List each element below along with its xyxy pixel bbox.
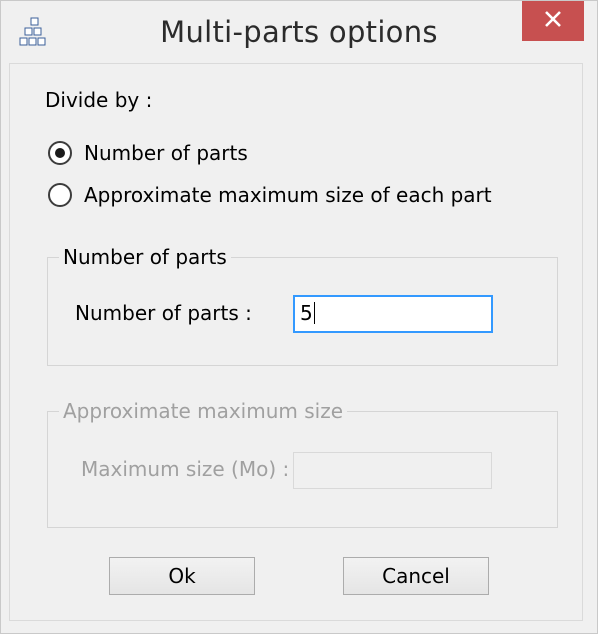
window-title: Multi-parts options [160,15,438,49]
radio-number-of-parts-label[interactable]: Number of parts [84,141,248,165]
divide-by-label: Divide by : [45,88,153,112]
text-caret [313,302,315,324]
radio-approximate-size[interactable] [48,183,72,207]
ok-button[interactable]: Ok [109,557,255,595]
number-of-parts-input[interactable]: 5 [293,295,493,333]
close-icon [544,10,562,32]
radio-number-of-parts[interactable] [48,141,72,165]
multi-parts-options-dialog: Multi-parts options Divide by : Number o… [0,0,598,634]
radio-selected-dot [55,148,65,158]
approximate-size-group-title: Approximate maximum size [59,399,348,423]
number-of-parts-field-label: Number of parts : [75,301,252,325]
title-bar[interactable]: Multi-parts options [1,1,597,63]
number-of-parts-value: 5 [300,301,313,325]
maximum-size-input[interactable] [293,452,492,489]
cancel-button[interactable]: Cancel [343,557,489,595]
radio-approximate-size-label[interactable]: Approximate maximum size of each part [84,183,492,207]
maximum-size-field-label: Maximum size (Mo) : [81,457,290,481]
close-button[interactable] [522,1,584,41]
number-of-parts-group-title: Number of parts [59,245,231,269]
